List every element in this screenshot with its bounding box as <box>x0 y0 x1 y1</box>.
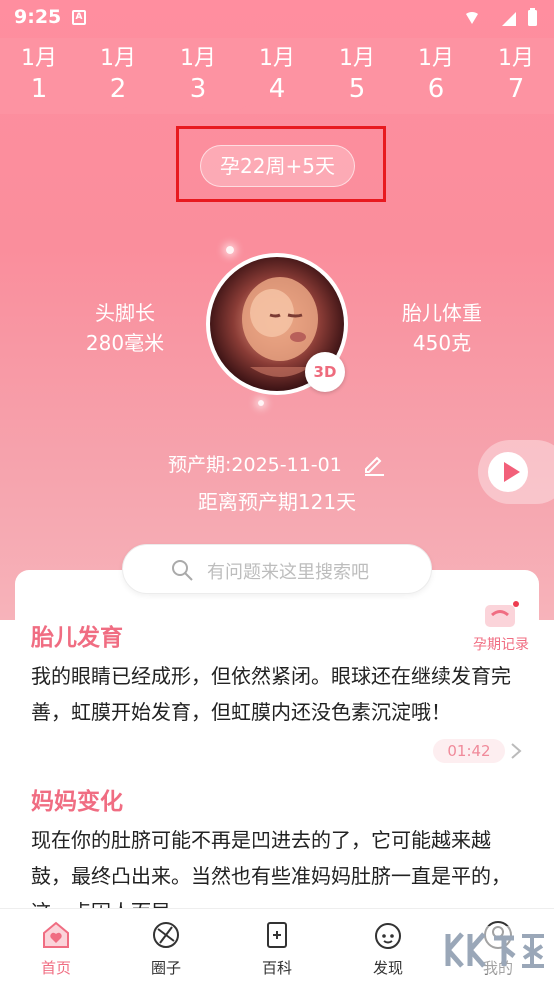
fetal-development-text: 我的眼睛已经成形，但依然紧闭。眼球还在继续发育完善，虹膜开始发育，但虹膜内还没色… <box>31 664 511 724</box>
date-month: 1月 <box>100 46 136 71</box>
nav-label: 圈子 <box>150 959 181 977</box>
play-icon <box>488 452 528 492</box>
date-item[interactable]: 1月 3 <box>168 46 228 106</box>
record-label: 孕期记录 <box>473 637 529 653</box>
search-placeholder: 有问题来这里搜索吧 <box>207 562 369 583</box>
date-day: 3 <box>189 74 207 104</box>
battery-icon <box>528 10 537 26</box>
date-month: 1月 <box>339 46 375 71</box>
search-icon <box>172 560 193 581</box>
nav-item-discover[interactable]: 发现 <box>348 919 428 978</box>
edit-pencil-icon[interactable] <box>362 452 386 476</box>
signal-icon <box>502 12 516 26</box>
date-item[interactable]: 1月 4 <box>247 46 307 106</box>
audio-duration[interactable]: 01:42 <box>433 739 505 763</box>
status-time: 9:25 <box>14 6 62 28</box>
sparkle-decoration <box>226 246 234 254</box>
status-icons <box>466 8 537 26</box>
record-book-icon <box>485 601 519 627</box>
date-month: 1月 <box>418 46 454 71</box>
nav-item-home[interactable]: 首页 <box>16 919 96 978</box>
due-countdown: 距离预产期121天 <box>197 490 357 514</box>
nav-item-encyclopedia[interactable]: 百科 <box>237 919 317 978</box>
length-label: 头脚长 <box>95 301 155 325</box>
date-month: 1月 <box>259 46 295 71</box>
date-month: 1月 <box>498 46 534 71</box>
weight-value: 450克 <box>412 331 472 355</box>
notification-icon: A <box>72 10 86 25</box>
chevron-right-icon[interactable] <box>510 742 522 760</box>
mom-changes-text: 现在你的肚脐可能不再是凹进去的了，它可能越来越鼓，最终凸出来。当然也有些准妈妈肚… <box>31 828 511 908</box>
date-item[interactable]: 1月 1 <box>9 46 69 106</box>
length-value: 280毫米 <box>85 331 165 355</box>
nav-item-circle[interactable]: 圈子 <box>126 919 206 978</box>
date-day: 2 <box>109 74 127 104</box>
pregnancy-week-pill[interactable]: 孕22周+5天 <box>200 145 355 187</box>
length-stat: 头脚长 280毫米 <box>55 298 195 358</box>
mom-changes-title: 妈妈变化 <box>31 789 123 815</box>
date-item[interactable]: 1月 7 <box>486 46 546 106</box>
pregnancy-record-button[interactable]: 孕期记录 <box>466 600 536 654</box>
nav-label: 发现 <box>372 959 403 977</box>
watermark-logo <box>438 926 554 974</box>
sparkle-decoration <box>258 400 264 406</box>
date-day: 6 <box>427 74 445 104</box>
discover-icon <box>375 923 401 949</box>
play-audio-button[interactable] <box>478 440 554 504</box>
search-bar[interactable]: 有问题来这里搜索吧 <box>122 544 432 594</box>
weight-stat: 胎儿体重 450克 <box>372 298 512 358</box>
date-month: 1月 <box>180 46 216 71</box>
weight-label: 胎儿体重 <box>402 301 482 325</box>
encyclopedia-icon <box>267 922 287 948</box>
fetal-development-title: 胎儿发育 <box>31 625 123 651</box>
date-item[interactable]: 1月 2 <box>88 46 148 106</box>
date-day: 4 <box>268 74 286 104</box>
status-bar: 9:25 A <box>0 0 554 36</box>
nav-label: 首页 <box>40 959 71 977</box>
nav-label: 百科 <box>261 959 292 977</box>
home-heart-icon <box>43 921 69 948</box>
date-item[interactable]: 1月 5 <box>327 46 387 106</box>
3d-view-button[interactable]: 3D <box>305 352 345 392</box>
due-date: 预产期:2025-11-01 <box>168 454 342 476</box>
wifi-icon <box>466 12 478 24</box>
date-day: 5 <box>348 74 366 104</box>
date-month: 1月 <box>21 46 57 71</box>
date-day: 1 <box>30 74 48 104</box>
date-item[interactable]: 1月 6 <box>406 46 466 106</box>
circle-icon <box>153 922 179 948</box>
date-day: 7 <box>507 74 525 104</box>
